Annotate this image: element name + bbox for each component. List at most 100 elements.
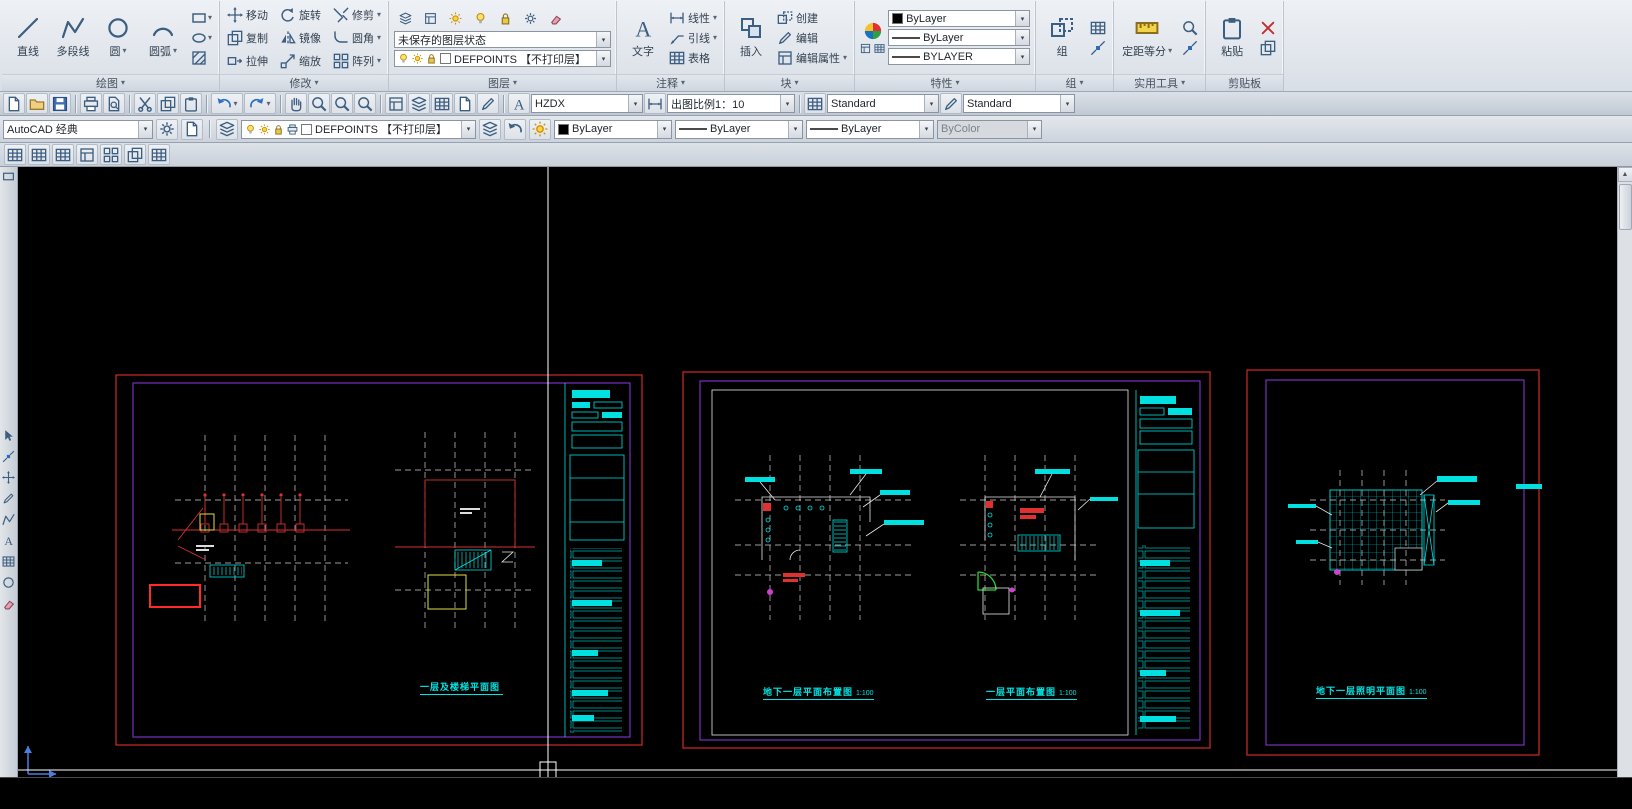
move-button[interactable]: 移动: [225, 3, 270, 26]
plot-preview-button[interactable]: [103, 93, 125, 114]
layer-properties-button[interactable]: [216, 119, 238, 140]
workspace-combo[interactable]: AutoCAD 经典▾: [3, 120, 153, 139]
panel-label-group[interactable]: 组▾: [1036, 74, 1113, 91]
ungroup-button[interactable]: [1088, 19, 1108, 37]
open-button[interactable]: [26, 93, 48, 114]
linear-dimension-button[interactable]: 线性▾: [667, 9, 719, 27]
move-icon[interactable]: [2, 471, 15, 484]
rotate-button[interactable]: 旋转: [278, 3, 323, 26]
lineweight-control-combo[interactable]: ByLayer▾: [806, 120, 934, 139]
text-button[interactable]: 文字: [622, 14, 664, 61]
trim-button[interactable]: 修剪▾: [331, 3, 383, 26]
layer-delete-button[interactable]: [544, 8, 566, 29]
dim-style-combo[interactable]: 出图比例1：10▾: [667, 94, 795, 113]
workspace-settings-button[interactable]: [156, 119, 178, 140]
group-edit-button[interactable]: [1088, 39, 1108, 57]
sheet-1[interactable]: [116, 375, 642, 745]
arc-button[interactable]: 圆弧▾: [142, 14, 184, 61]
layer-lock-button[interactable]: [494, 8, 516, 29]
insert-block-button[interactable]: 插入: [730, 14, 772, 61]
plot-button[interactable]: [80, 93, 102, 114]
text-icon[interactable]: [2, 534, 15, 547]
layer-properties-button[interactable]: [394, 8, 416, 29]
table-style-combo[interactable]: Standard▾: [827, 94, 939, 113]
quick-select-button[interactable]: [1180, 19, 1200, 37]
match-properties-icon[interactable]: [860, 43, 871, 54]
redo-button[interactable]: ▾: [244, 93, 276, 114]
table-style-button[interactable]: [804, 93, 826, 114]
current-layer-combo[interactable]: DEFPOINTS 【不打印层】▾: [394, 50, 611, 67]
stretch-button[interactable]: 拉伸: [225, 49, 270, 72]
command-line-area[interactable]: [0, 777, 1632, 809]
circle-button[interactable]: 圆▾: [97, 14, 139, 61]
edit-attributes-button[interactable]: 编辑属性▾: [775, 49, 849, 67]
workspace-save-button[interactable]: [181, 119, 203, 140]
layer-settings-button[interactable]: [519, 8, 541, 29]
text-style-combo[interactable]: HZDX▾: [531, 94, 643, 113]
layer-previous-button[interactable]: [504, 119, 526, 140]
hatch-button[interactable]: [189, 49, 214, 67]
clean-screen-icon[interactable]: [2, 170, 15, 183]
node-edit-icon[interactable]: [2, 450, 15, 463]
pencil-icon[interactable]: [2, 492, 15, 505]
layer-state-combo[interactable]: 未保存的图层状态▾: [394, 31, 611, 48]
id-point-button[interactable]: [1180, 39, 1200, 57]
sheet-set-button[interactable]: [454, 93, 476, 114]
color-control-combo[interactable]: ByLayer▾: [554, 120, 672, 139]
leader-button[interactable]: 引线▾: [667, 29, 719, 47]
table-delete-button[interactable]: [28, 144, 50, 165]
new-button[interactable]: [3, 93, 25, 114]
zoom-window-button[interactable]: [331, 93, 353, 114]
paste-button[interactable]: [180, 93, 202, 114]
color-wheel-icon[interactable]: [863, 21, 883, 41]
array-button[interactable]: 阵列▾: [331, 49, 383, 72]
panel-label-clipboard[interactable]: 剪贴板: [1206, 74, 1283, 91]
object-lineweight-combo[interactable]: BYLAYER▾: [888, 48, 1030, 65]
vertical-scrollbar[interactable]: ▲: [1617, 167, 1632, 777]
zoom-previous-button[interactable]: [354, 93, 376, 114]
copy-button[interactable]: [157, 93, 179, 114]
pan-button[interactable]: [285, 93, 307, 114]
table-style-row-button[interactable]: [100, 144, 122, 165]
fillet-button[interactable]: 圆角▾: [331, 26, 383, 49]
tool-palettes-button[interactable]: [431, 93, 453, 114]
select-arrow-icon[interactable]: [2, 429, 15, 442]
plan-basement-layout[interactable]: [735, 455, 924, 620]
rectangle-button[interactable]: ▾: [189, 9, 214, 27]
zoom-realtime-button[interactable]: [308, 93, 330, 114]
cut-button[interactable]: [1258, 19, 1278, 37]
table-insert-button[interactable]: [4, 144, 26, 165]
markup-button[interactable]: [477, 93, 499, 114]
layer-off-button[interactable]: [469, 8, 491, 29]
table-merge-button[interactable]: [52, 144, 74, 165]
undo-button[interactable]: ▾: [211, 93, 243, 114]
drawing-canvas[interactable]: 一层及楼梯平面图 地下一层平面布置图1:100 一层平面布置图1:100 地下一…: [18, 167, 1617, 777]
mleader-style-combo[interactable]: Standard▾: [963, 94, 1075, 113]
object-linetype-combo[interactable]: ByLayer▾: [888, 29, 1030, 46]
layer-combo[interactable]: DEFPOINTS 【不打印层】▾: [241, 120, 476, 139]
polyline-button[interactable]: 多段线: [52, 14, 94, 61]
design-center-button[interactable]: [408, 93, 430, 114]
table-button[interactable]: 表格: [667, 49, 719, 67]
scroll-up-button[interactable]: ▲: [1618, 167, 1632, 182]
object-color-combo[interactable]: ByLayer▾: [888, 10, 1030, 27]
table-format-button[interactable]: [148, 144, 170, 165]
panel-label-block[interactable]: 块▾: [725, 74, 854, 91]
line-button[interactable]: 直线: [7, 14, 49, 61]
polyline-icon[interactable]: [2, 513, 15, 526]
create-block-button[interactable]: 创建: [775, 9, 849, 27]
table-icon[interactable]: [2, 555, 15, 568]
table-cell-button[interactable]: [124, 144, 146, 165]
edit-block-button[interactable]: 编辑: [775, 29, 849, 47]
panel-label-annotate[interactable]: 注释▾: [617, 74, 724, 91]
cut-button[interactable]: [134, 93, 156, 114]
list-icon[interactable]: [874, 43, 885, 54]
group-button[interactable]: 组: [1041, 14, 1083, 61]
plan-roof[interactable]: [150, 435, 350, 625]
linetype-control-combo[interactable]: ByLayer▾: [675, 120, 803, 139]
scale-button[interactable]: 缩放: [278, 49, 323, 72]
layer-match-button[interactable]: [419, 8, 441, 29]
copy-button[interactable]: 复制: [225, 26, 270, 49]
layer-isolate-button[interactable]: [529, 119, 551, 140]
layer-states-button[interactable]: [479, 119, 501, 140]
